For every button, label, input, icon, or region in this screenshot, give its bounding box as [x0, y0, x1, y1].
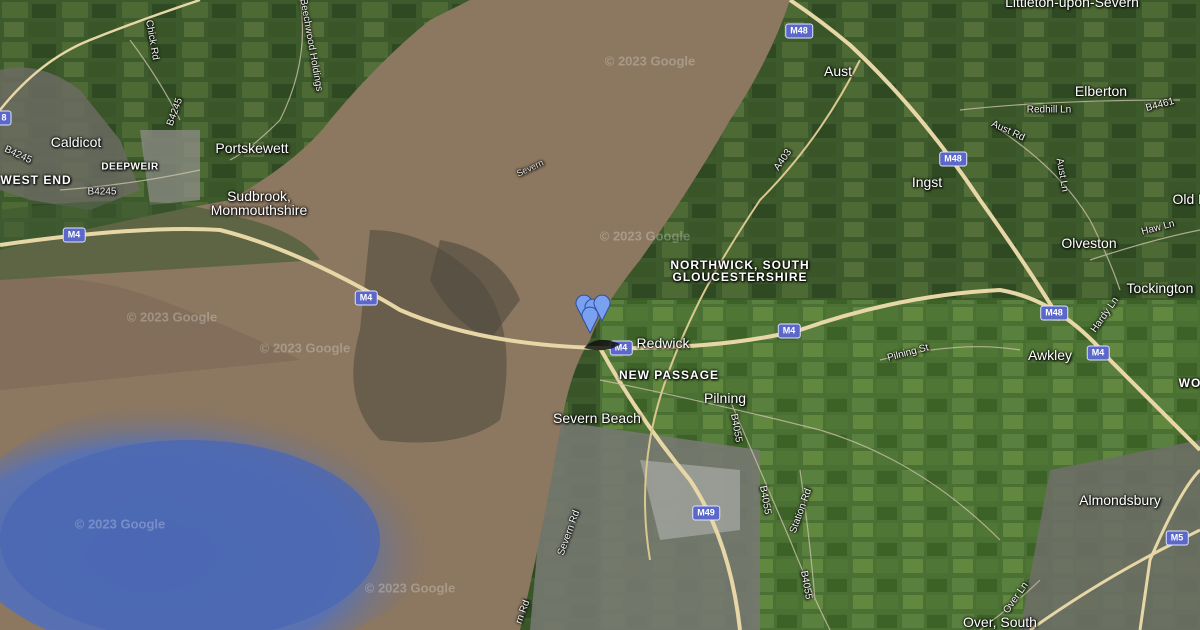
place-label-almondsbury[interactable]: Almondsbury: [1079, 492, 1161, 508]
motorway-shield-m4: M4: [777, 323, 801, 339]
google-watermark: © 2023 Google: [259, 340, 351, 356]
place-label-deepweir[interactable]: DEEPWEIR: [101, 162, 158, 173]
place-label-old-b[interactable]: Old B: [1172, 191, 1200, 207]
road-label-redhill-ln: Redhill Ln: [1026, 104, 1072, 116]
place-label-awkley[interactable]: Awkley: [1028, 347, 1072, 363]
place-label-gloucestershire[interactable]: GLOUCESTERSHIRE: [672, 270, 807, 284]
motorway-shield-m4: M4: [62, 227, 86, 243]
motorway-shield-partial: 8: [0, 110, 12, 126]
place-label-caldicot[interactable]: Caldicot: [51, 134, 102, 150]
google-watermark: © 2023 Google: [74, 516, 166, 532]
place-label-tockington[interactable]: Tockington: [1127, 280, 1194, 296]
place-label-olveston[interactable]: Olveston: [1061, 235, 1116, 251]
place-label-monmouthshire[interactable]: Monmouthshire: [211, 202, 308, 218]
motorway-shield-m49: M49: [692, 505, 720, 521]
place-label-portskewett[interactable]: Portskewett: [215, 140, 288, 156]
motorway-shield-m48: M48: [939, 151, 967, 167]
place-label-severn-beach[interactable]: Severn Beach: [553, 410, 641, 426]
motorway-shield-m5: M5: [1165, 530, 1189, 546]
motorway-shield-m4: M4: [354, 290, 378, 306]
motorway-shield-m48: M48: [785, 23, 813, 39]
motorway-shield-m4: M4: [1086, 345, 1110, 361]
google-watermark: © 2023 Google: [364, 580, 456, 596]
place-label-pilning[interactable]: Pilning: [704, 390, 746, 406]
place-label-elberton[interactable]: Elberton: [1075, 83, 1127, 99]
pin-shadow: [584, 339, 620, 351]
place-label-aust[interactable]: Aust: [824, 63, 852, 79]
google-watermark: © 2023 Google: [604, 53, 696, 69]
motorway-shield-m48: M48: [1040, 305, 1068, 321]
place-label-over-south[interactable]: Over, South: [963, 614, 1037, 630]
map-canvas[interactable]: © 2023 Google © 2023 Google © 2023 Googl…: [0, 0, 1200, 630]
place-label-new-passage[interactable]: NEW PASSAGE: [619, 368, 719, 382]
google-watermark: © 2023 Google: [126, 309, 218, 325]
place-label-west-end[interactable]: WEST END: [0, 173, 71, 187]
place-label-ingst[interactable]: Ingst: [912, 174, 942, 190]
road-label-b4245: B4245: [87, 186, 117, 198]
place-label-littleton[interactable]: Littleton-upon-Severn: [1005, 0, 1139, 10]
place-label-wo[interactable]: WO: [1179, 376, 1200, 390]
place-label-redwick[interactable]: Redwick: [637, 335, 690, 351]
google-watermark: © 2023 Google: [599, 228, 691, 244]
